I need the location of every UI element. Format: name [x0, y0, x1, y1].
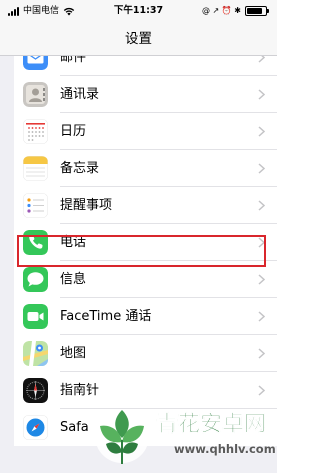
settings-item-label: FaceTime 通话: [60, 309, 152, 324]
settings-item-facetime[interactable]: FaceTime 通话: [14, 298, 277, 335]
settings-item-messages[interactable]: 信息: [14, 261, 277, 298]
maps-icon: [23, 341, 48, 366]
facetime-icon: [23, 304, 48, 329]
settings-list[interactable]: 邮件 通讯录 日历 备忘录 提醒事项 电话 信息 FaceTime 通话 地图 …: [14, 56, 277, 446]
settings-item-label: 地图: [60, 346, 87, 361]
settings-screen: 中国电信 下午11:37 @ ↗ ⏰ ✱ 设置 邮件 通讯录 日历 备忘录 提醒…: [0, 0, 277, 473]
status-bar: 中国电信 下午11:37 @ ↗ ⏰ ✱: [0, 0, 277, 22]
status-right: @ ↗ ⏰ ✱: [202, 5, 269, 17]
settings-item-label: 邮件: [60, 56, 87, 65]
contacts-icon: [23, 82, 48, 107]
chevron-right-icon: [258, 163, 265, 174]
settings-item-label: 电话: [60, 235, 87, 250]
settings-item-label: Safa: [60, 420, 89, 435]
watermark: 青花安卓网 www.qhhlv.com: [86, 396, 277, 473]
chevron-right-icon: [258, 89, 265, 100]
compass-icon: [23, 378, 48, 403]
chevron-right-icon: [258, 200, 265, 211]
settings-item-mail[interactable]: 邮件: [14, 56, 277, 76]
reminders-icon: [23, 193, 48, 218]
settings-item-phone[interactable]: 电话: [14, 224, 277, 261]
settings-item-label: 信息: [60, 272, 87, 287]
phone-icon: [23, 230, 48, 255]
settings-item-contacts[interactable]: 通讯录: [14, 76, 277, 113]
mail-icon: [23, 56, 48, 70]
battery-icon: [245, 6, 269, 16]
watermark-logo-icon: [95, 409, 149, 464]
navigation-bar: 设置: [0, 22, 277, 56]
chevron-right-icon: [258, 348, 265, 359]
notes-icon: [23, 156, 48, 181]
chevron-right-icon: [258, 126, 265, 137]
settings-item-maps[interactable]: 地图: [14, 335, 277, 372]
settings-item-label: 通讯录: [60, 87, 100, 102]
chevron-right-icon: [258, 237, 265, 248]
chevron-right-icon: [258, 56, 265, 63]
watermark-title: 青花安卓网: [156, 412, 267, 438]
messages-icon: [23, 267, 48, 292]
chevron-right-icon: [258, 385, 265, 396]
settings-item-label: 提醒事项: [60, 198, 113, 213]
chevron-right-icon: [258, 274, 265, 285]
safari-icon: [23, 415, 48, 440]
settings-item-reminders[interactable]: 提醒事项: [14, 187, 277, 224]
calendar-icon: [23, 119, 48, 144]
settings-item-notes[interactable]: 备忘录: [14, 150, 277, 187]
status-indicators: @ ↗ ⏰ ✱: [202, 6, 241, 15]
watermark-url: www.qhhlv.com: [174, 442, 276, 456]
settings-item-calendar[interactable]: 日历: [14, 113, 277, 150]
battery-fill: [247, 8, 263, 14]
chevron-right-icon: [258, 311, 265, 322]
page-title: 设置: [125, 31, 152, 47]
settings-item-label: 日历: [60, 124, 87, 139]
settings-item-label: 备忘录: [60, 161, 100, 176]
